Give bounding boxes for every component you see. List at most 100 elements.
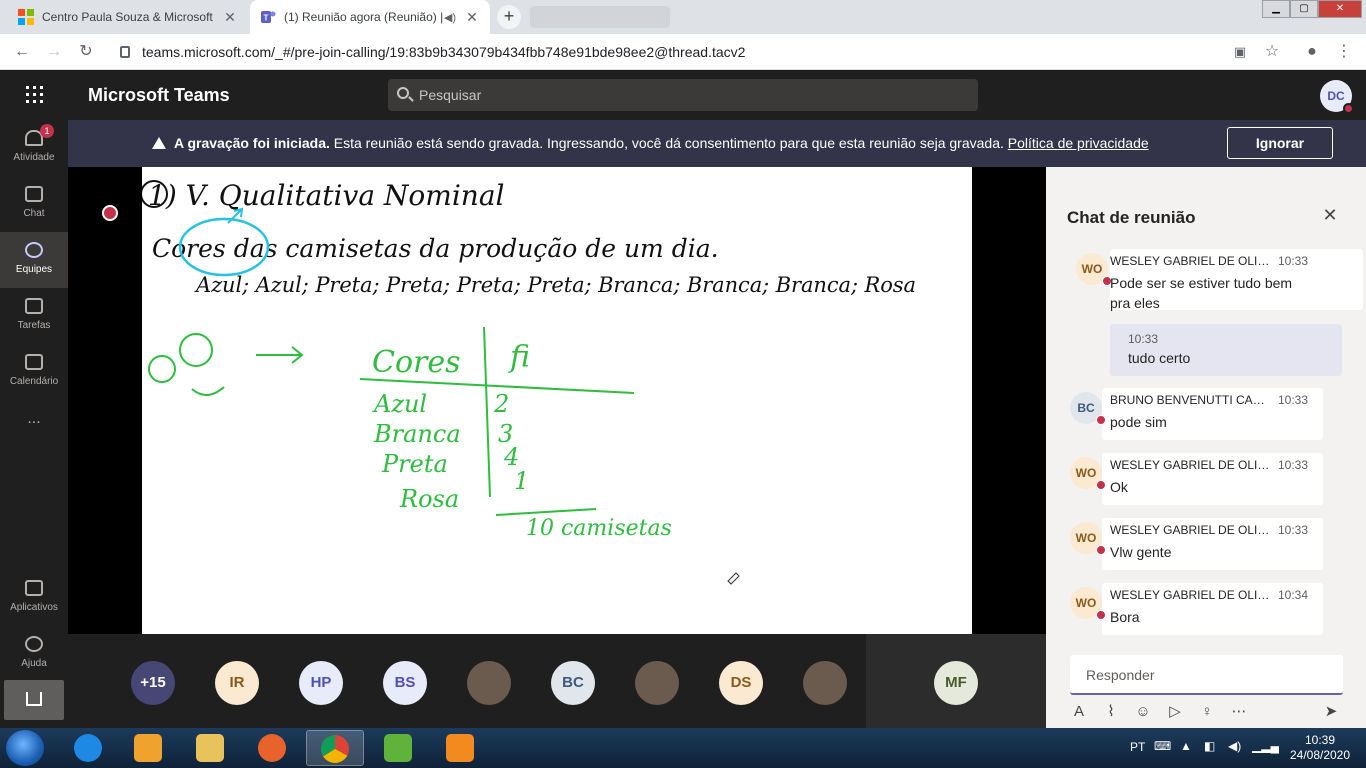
format-icon[interactable]: A — [1070, 703, 1088, 721]
rail-calendar[interactable]: Calendário — [0, 344, 68, 400]
rail-tasks[interactable]: Tarefas — [0, 288, 68, 344]
close-tab-icon[interactable]: ✕ — [222, 9, 238, 26]
participant-photo-avatar[interactable] — [467, 661, 511, 705]
taskbar-chrome[interactable] — [306, 730, 364, 766]
wb-row-value: 1 — [514, 467, 529, 495]
ignore-button[interactable]: Ignorar — [1227, 127, 1333, 159]
more-options-icon[interactable]: ⋯ — [1230, 703, 1248, 721]
participant-photo-avatar[interactable] — [803, 661, 847, 705]
network-icon[interactable]: ◧ — [1204, 739, 1215, 753]
participant-avatar[interactable]: +15 — [131, 661, 175, 705]
user-avatar[interactable]: DC — [1320, 80, 1354, 114]
status-dot — [1096, 480, 1106, 490]
taskbar-ie[interactable] — [60, 730, 118, 766]
participant-avatar[interactable]: MF — [934, 661, 978, 705]
participant-avatar[interactable]: IR — [215, 661, 259, 705]
taskbar-media-player[interactable] — [120, 730, 178, 766]
browser-tab-strip: Centro Paula Souza & Microsoft ✕ T (1) R… — [0, 0, 1366, 34]
rail-label: Aplicativos — [10, 602, 58, 613]
rail-help[interactable]: Ajuda — [0, 626, 68, 682]
avatar-initials: BC — [1077, 401, 1095, 415]
rail-chat[interactable]: Chat — [0, 176, 68, 232]
speaker-icon[interactable]: ◀) — [444, 11, 456, 24]
status-dot — [1096, 545, 1106, 555]
taskbar-firefox[interactable] — [244, 730, 302, 766]
status-dot — [1096, 415, 1106, 425]
browser-tab-reuniao[interactable]: T (1) Reunião agora (Reunião) | ◀) ✕ — [250, 0, 490, 34]
forward-icon[interactable]: → — [44, 42, 64, 62]
reply-input[interactable]: Responder — [1070, 655, 1343, 695]
participant-avatar[interactable]: BS — [383, 661, 427, 705]
banner-text: A gravação foi iniciada. Esta reunião es… — [152, 135, 1149, 151]
message-text: Vlw gente — [1110, 544, 1172, 560]
back-icon[interactable]: ← — [12, 42, 32, 62]
user-initials: DC — [1327, 89, 1345, 103]
emoji-icon[interactable]: ☺ — [1134, 703, 1152, 721]
wb-total: 10 camisetas — [526, 516, 672, 541]
chat-message: WO WESLEY GABRIEL DE OLIVE... 10:33 Ok — [1070, 453, 1323, 505]
rail-label: Atividade — [13, 152, 55, 163]
close-tab-icon[interactable]: ✕ — [464, 9, 480, 26]
recording-banner: A gravação foi iniciada. Esta reunião es… — [68, 120, 1366, 167]
profile-icon[interactable]: ● — [1302, 42, 1322, 62]
praise-icon[interactable]: ♀ — [1198, 703, 1216, 721]
rail-label: Chat — [23, 208, 45, 219]
apps-icon — [25, 580, 43, 596]
internet-explorer-icon — [74, 734, 102, 762]
blocked-popup-icon[interactable]: ▣ — [1230, 42, 1250, 62]
wb-row-value: 2 — [493, 390, 509, 418]
message-time: 10:33 — [1278, 458, 1309, 472]
participant-avatar[interactable]: BC — [551, 661, 595, 705]
taskbar-pdf[interactable] — [432, 730, 490, 766]
new-tab-button[interactable]: + — [497, 5, 521, 29]
avatar-initials: WO — [1075, 466, 1097, 480]
reload-icon[interactable]: ↻ — [76, 42, 96, 62]
blurred-tab — [530, 6, 670, 28]
tab-title: Centro Paula Souza & Microsoft — [42, 10, 213, 24]
participant-avatar[interactable]: DS — [719, 661, 763, 705]
signal-icon[interactable]: ▁▂▄ — [1252, 739, 1279, 753]
giphy-icon[interactable]: ▷ — [1166, 703, 1184, 721]
rail-more[interactable]: ... — [0, 410, 68, 466]
url-field[interactable]: teams.microsoft.com/_#/pre-join-calling/… — [110, 39, 1290, 65]
avatar-initials: WO — [1075, 531, 1097, 545]
rail-teams[interactable]: Equipes — [0, 232, 68, 288]
browser-tab-centro-paula-souza[interactable]: Centro Paula Souza & Microsoft ✕ — [8, 0, 248, 34]
participant-strip: +15 IR HP BS BC DS MF — [68, 634, 1046, 728]
attach-icon[interactable]: ⌇ — [1102, 703, 1120, 721]
app-launcher-icon[interactable] — [26, 86, 44, 104]
participant-initials: MF — [945, 674, 967, 691]
download-button[interactable] — [4, 680, 64, 720]
minimize-button[interactable]: ▁ — [1262, 0, 1290, 18]
participant-photo-avatar[interactable] — [635, 661, 679, 705]
search-input[interactable]: Pesquisar — [388, 79, 978, 111]
taskbar-explorer[interactable] — [182, 730, 240, 766]
media-player-icon — [134, 734, 162, 762]
sender-name: WESLEY GABRIEL DE OLIVE... — [1110, 458, 1270, 472]
keyboard-icon[interactable]: ⌨ — [1154, 739, 1171, 753]
language-indicator[interactable]: PT — [1130, 740, 1145, 754]
calendar-icon — [25, 354, 43, 370]
send-icon[interactable]: ➤ — [1322, 703, 1340, 721]
shared-whiteboard[interactable]: 1) V. Qualitativa Nominal Cores das cami… — [142, 167, 972, 634]
lock-icon — [120, 46, 130, 58]
rail-apps[interactable]: Aplicativos — [0, 570, 68, 626]
show-hidden-icon[interactable]: ▲ — [1180, 739, 1192, 753]
menu-icon[interactable]: ⋮ — [1334, 42, 1354, 62]
avatar-initials: WO — [1075, 596, 1097, 610]
maximize-button[interactable]: ▢ — [1290, 0, 1318, 18]
start-button[interactable] — [6, 730, 44, 766]
recording-indicator-icon — [102, 205, 118, 221]
taskbar-clock[interactable]: 10:39 24/08/2020 — [1280, 733, 1360, 763]
participant-avatar[interactable]: HP — [299, 661, 343, 705]
taskbar-utorrent[interactable] — [370, 730, 428, 766]
privacy-link[interactable]: Política de privacidade — [1008, 135, 1149, 151]
rail-activity[interactable]: 1 Atividade — [0, 120, 68, 176]
message-time: 10:33 — [1278, 393, 1309, 407]
tab-title: (1) Reunião agora (Reunião) | — [284, 10, 444, 24]
close-window-button[interactable]: ✕ — [1318, 0, 1362, 18]
status-dot — [1096, 610, 1106, 620]
sender-name: WESLEY GABRIEL DE OLIVE... — [1110, 588, 1270, 602]
bookmark-star-icon[interactable]: ☆ — [1262, 42, 1282, 62]
volume-icon[interactable]: ◀) — [1228, 739, 1241, 753]
